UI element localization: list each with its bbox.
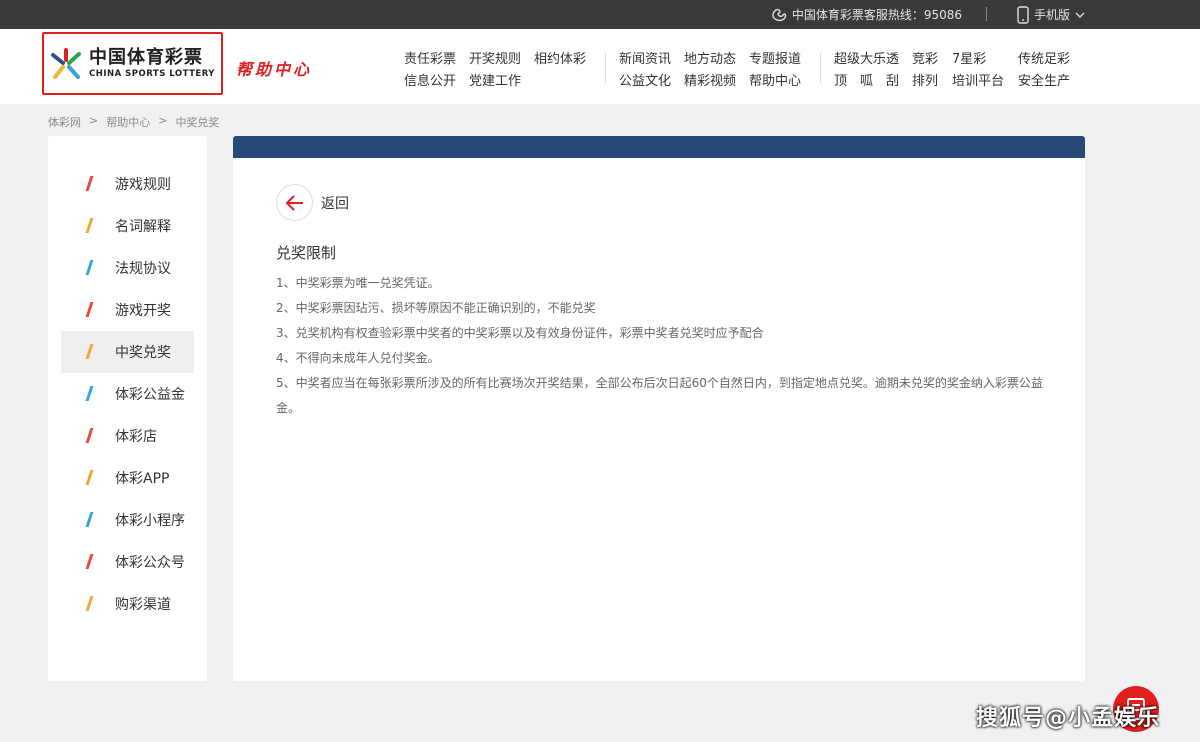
sidebar-item-label: 体彩公益金 — [115, 387, 185, 403]
nav-item[interactable]: 帮助中心 — [749, 70, 801, 89]
slash-marker-icon — [85, 386, 94, 401]
sidebar-item[interactable]: 体彩店 — [61, 415, 194, 457]
site-logo[interactable]: 中国体育彩票 CHINA SPORTS LOTTERY — [42, 32, 223, 95]
sidebar-item[interactable]: 体彩公众号 — [61, 541, 194, 583]
rules-list: 1、中奖彩票为唯一兑奖凭证。 2、中奖彩票因玷污、损坏等原因不能正确识别的，不能… — [276, 271, 1056, 421]
back-button[interactable]: 返回 — [276, 184, 349, 221]
nav-item[interactable]: 安全生产 — [1018, 70, 1070, 89]
nav-item[interactable]: 公益文化 — [619, 70, 671, 89]
hotline-text: 中国体育彩票客服热线：95086 — [791, 8, 962, 22]
help-sidebar: 游戏规则名词解释法规协议游戏开奖中奖兑奖体彩公益金体彩店体彩APP 体彩小程序体彩… — [48, 136, 207, 681]
content-header-bar — [233, 136, 1085, 158]
mobile-version-label: 手机版 — [1033, 8, 1070, 22]
sidebar-item[interactable]: 体彩公益金 — [61, 373, 194, 415]
nav-item[interactable]: 7星彩 — [952, 48, 1006, 67]
site-header: 中国体育彩票 CHINA SPORTS LOTTERY 帮助中心 责任彩票 开奖… — [0, 29, 1200, 104]
nav-divider — [820, 53, 821, 83]
nav-group-2: 新闻资讯 地方动态 专题报道 公益文化 精彩视频 帮助中心 — [619, 46, 801, 90]
slash-marker-icon — [85, 470, 94, 485]
nav-item[interactable]: 信息公开 — [404, 70, 456, 89]
rule-item: 4、不得向未成年人兑付奖金。 — [276, 351, 440, 365]
breadcrumb-home[interactable]: 体彩网 — [48, 114, 81, 130]
section-title: 兑奖限制 — [276, 244, 337, 262]
nav-item[interactable]: 专题报道 — [749, 48, 801, 67]
sidebar-item-label: 体彩公众号 — [115, 555, 185, 571]
slash-marker-icon — [85, 554, 94, 569]
nav-item[interactable]: 党建工作 — [469, 70, 521, 89]
nav-item[interactable]: 新闻资讯 — [619, 48, 671, 67]
sidebar-item[interactable]: 中奖兑奖 — [61, 331, 194, 373]
slash-marker-icon — [85, 176, 94, 191]
topbar-divider — [986, 7, 987, 21]
breadcrumb-separator: > — [158, 114, 168, 127]
logo-chinese-name: 中国体育彩票 — [89, 46, 203, 68]
sidebar-item[interactable]: 体彩APP — [61, 457, 194, 499]
sidebar-item-label: 法规协议 — [115, 261, 171, 277]
nav-item[interactable]: 培训平台 — [952, 70, 1006, 89]
sidebar-item[interactable]: 游戏开奖 — [61, 289, 194, 331]
sidebar-item-label: 体彩APP — [115, 471, 170, 487]
nav-item[interactable]: 超级大乐透 — [834, 48, 900, 67]
arrow-left-icon — [285, 194, 303, 211]
chevron-down-icon — [1075, 12, 1085, 18]
nav-item[interactable]: 开奖规则 — [469, 48, 521, 67]
slash-marker-icon — [85, 596, 94, 611]
phone-icon — [1017, 5, 1029, 24]
customer-hotline: 中国体育彩票客服热线：95086 — [771, 0, 962, 29]
nav-item[interactable]: 精彩视频 — [684, 70, 736, 89]
slash-marker-icon — [85, 344, 94, 359]
breadcrumb-current: 中奖兑奖 — [175, 116, 220, 129]
nav-item[interactable]: 顶 呱 刮 — [834, 70, 900, 89]
nav-divider — [605, 53, 606, 83]
breadcrumb-separator: > — [89, 114, 99, 127]
breadcrumb: 体彩网 > 帮助中心 > 中奖兑奖 — [48, 114, 219, 130]
nav-item[interactable]: 传统足彩 — [1018, 48, 1070, 67]
sidebar-item-label: 名词解释 — [115, 219, 171, 235]
top-bar: 中国体育彩票客服热线：95086 手机版 — [0, 0, 1200, 29]
sidebar-item-label: 体彩店 — [115, 429, 157, 445]
lottery-logo-icon — [51, 47, 81, 79]
mobile-version-link[interactable]: 手机版 — [1017, 0, 1085, 29]
sidebar-item-label: 中奖兑奖 — [115, 345, 171, 361]
sidebar-item[interactable]: 体彩小程序 — [61, 499, 194, 541]
rule-item: 3、兑奖机构有权查验彩票中奖者的中奖彩票以及有效身份证件，彩票中奖者兑奖时应予配… — [276, 326, 764, 340]
content-panel: 返回 兑奖限制 1、中奖彩票为唯一兑奖凭证。 2、中奖彩票因玷污、损坏等原因不能… — [233, 136, 1085, 681]
back-label: 返回 — [321, 195, 349, 212]
sidebar-item[interactable]: 法规协议 — [61, 247, 194, 289]
sidebar-item-label: 游戏规则 — [115, 177, 171, 193]
logo-english-name: CHINA SPORTS LOTTERY — [89, 68, 215, 79]
nav-item[interactable]: 排列 — [912, 70, 940, 89]
slash-marker-icon — [85, 218, 94, 233]
watermark: 搜狐号@小孟娱乐 — [976, 706, 1161, 731]
help-center-title: 帮助中心 — [236, 60, 313, 79]
nav-item[interactable]: 竞彩 — [912, 48, 940, 67]
slash-marker-icon — [85, 260, 94, 275]
sidebar-item[interactable]: 购彩渠道 — [61, 583, 194, 625]
slash-marker-icon — [85, 512, 94, 527]
hotline-icon — [772, 8, 787, 21]
sidebar-item-label: 游戏开奖 — [115, 303, 171, 319]
sidebar-item[interactable]: 游戏规则 — [61, 163, 194, 205]
rule-item: 5、中奖者应当在每张彩票所涉及的所有比赛场次开奖结果，全部公布后次日起60个自然… — [276, 376, 1043, 415]
slash-marker-icon — [85, 302, 94, 317]
nav-group-3: 超级大乐透 竞彩 7星彩 传统足彩 顶 呱 刮 排列 培训平台 安全生产 — [834, 46, 1070, 90]
nav-group-1: 责任彩票 开奖规则 相约体彩 信息公开 党建工作 — [404, 46, 586, 90]
nav-item[interactable]: 地方动态 — [684, 48, 736, 67]
breadcrumb-help-center[interactable]: 帮助中心 — [106, 114, 150, 130]
back-arrow-circle[interactable] — [276, 184, 313, 221]
nav-item[interactable]: 责任彩票 — [404, 48, 456, 67]
slash-marker-icon — [85, 428, 94, 443]
rule-item: 1、中奖彩票为唯一兑奖凭证。 — [276, 276, 440, 290]
sidebar-item-label: 购彩渠道 — [115, 597, 171, 613]
sidebar-item-label: 体彩小程序 — [115, 513, 185, 529]
nav-item[interactable]: 相约体彩 — [534, 48, 586, 67]
rule-item: 2、中奖彩票因玷污、损坏等原因不能正确识别的，不能兑奖 — [276, 301, 596, 315]
sidebar-item[interactable]: 名词解释 — [61, 205, 194, 247]
